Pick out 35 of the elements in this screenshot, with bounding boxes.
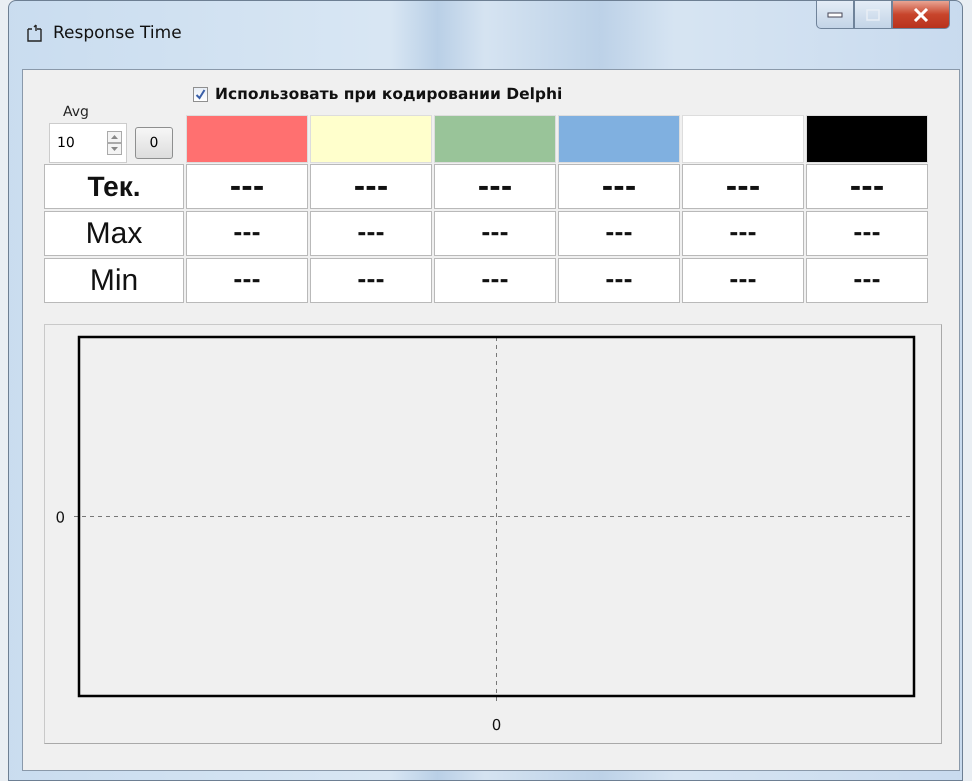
table-cell: --- bbox=[186, 211, 308, 256]
checkbox[interactable] bbox=[193, 86, 208, 102]
maximize-icon bbox=[866, 8, 880, 20]
table-cell: --- bbox=[558, 211, 680, 256]
table-cell: --- bbox=[310, 258, 432, 303]
row-header: Тек. bbox=[44, 164, 184, 209]
table-cell: --- bbox=[434, 211, 556, 256]
close-button[interactable] bbox=[892, 1, 950, 29]
spin-arrows-icon[interactable] bbox=[107, 131, 122, 155]
table-cell: --- bbox=[558, 164, 680, 209]
window-icon bbox=[27, 24, 43, 42]
y-axis-label: 0 bbox=[55, 508, 65, 526]
table-cell: --- bbox=[310, 211, 432, 256]
reset-button[interactable]: 0 bbox=[135, 127, 173, 159]
table-cell: --- bbox=[558, 258, 680, 303]
table-cell: --- bbox=[806, 211, 928, 256]
checkbox-label: Использовать при кодировании Delphi bbox=[215, 85, 562, 103]
avg-label: Avg bbox=[63, 104, 89, 120]
table-cell: --- bbox=[186, 164, 308, 209]
table-cell: --- bbox=[434, 258, 556, 303]
table-cell: --- bbox=[682, 164, 804, 209]
table-cell: --- bbox=[682, 211, 804, 256]
table-cell: --- bbox=[310, 164, 432, 209]
table-cell: --- bbox=[434, 164, 556, 209]
x-axis-label: 0 bbox=[492, 716, 502, 734]
row-header: Min bbox=[44, 258, 184, 303]
minimize-button[interactable] bbox=[816, 1, 854, 29]
table-cell: --- bbox=[186, 258, 308, 303]
table-cell: --- bbox=[682, 258, 804, 303]
table-cell: --- bbox=[806, 164, 928, 209]
window-title: Response Time bbox=[53, 23, 182, 43]
close-icon bbox=[913, 8, 929, 22]
table-cell: --- bbox=[806, 258, 928, 303]
minimize-icon bbox=[827, 12, 843, 18]
row-header: Max bbox=[44, 211, 184, 256]
